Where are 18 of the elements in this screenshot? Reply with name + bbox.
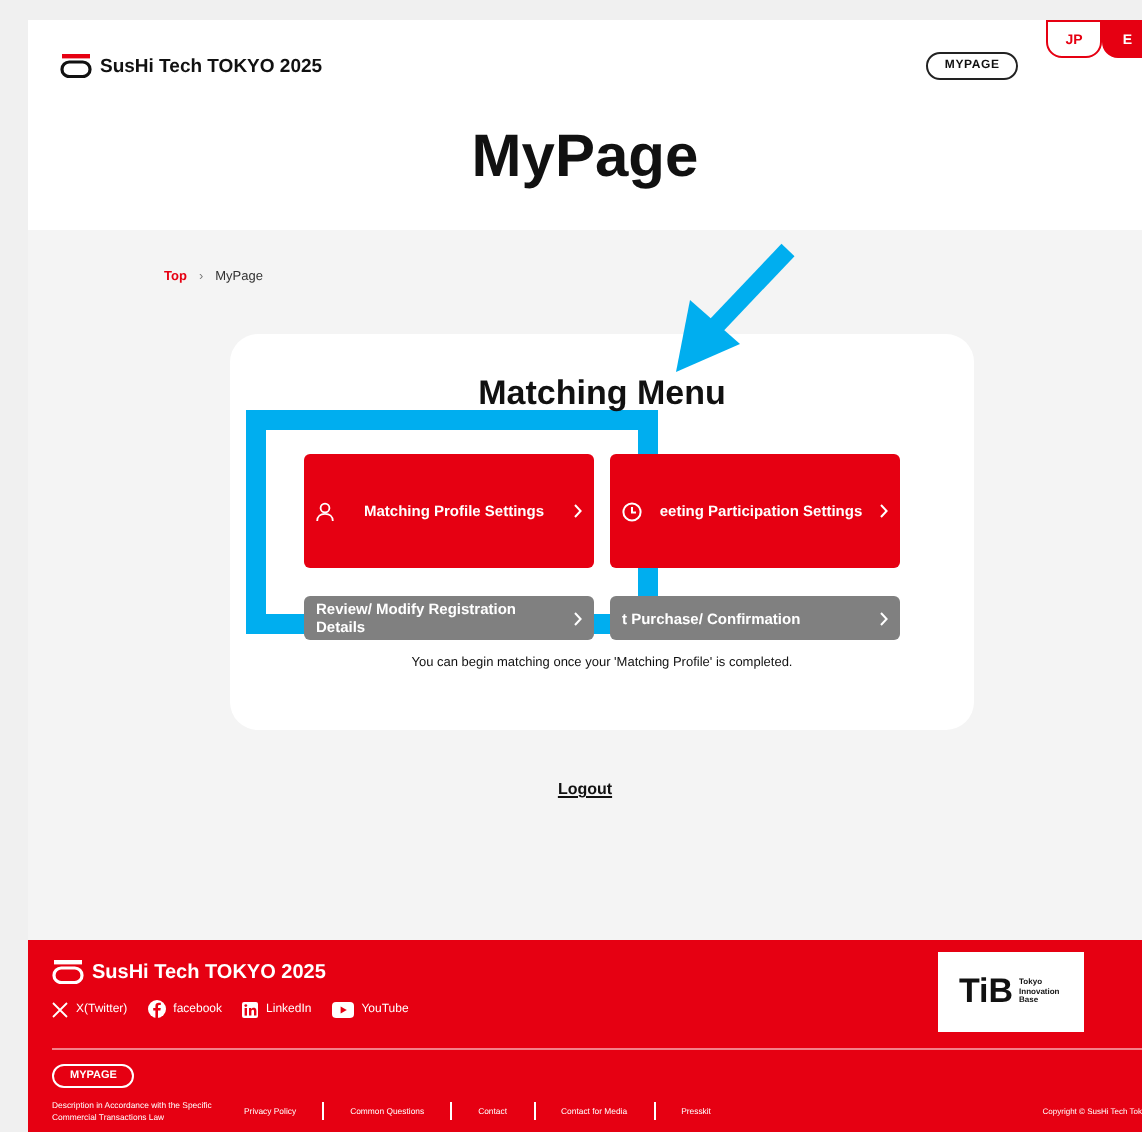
footer-logo-text[interactable]: SusHi Tech TOKYO 2025	[92, 961, 326, 983]
logout-link[interactable]: Logout	[545, 778, 625, 800]
pointer-arrow	[676, 243, 795, 372]
chevron-icon	[574, 504, 582, 518]
clock-icon	[622, 501, 642, 521]
logo-icon	[60, 54, 92, 78]
chevron-icon	[880, 504, 888, 518]
facebook-icon	[147, 1000, 166, 1018]
chevron-icon	[574, 611, 582, 625]
site-logo-text[interactable]: SusHi Tech TOKYO 2025	[100, 55, 323, 77]
person-icon	[316, 501, 334, 521]
logo-icon	[52, 960, 84, 984]
card-title: Matching Menu	[478, 374, 726, 414]
youtube-icon	[331, 1001, 354, 1017]
linkedin-icon	[242, 1001, 259, 1017]
x-logo-icon	[52, 1001, 68, 1017]
page-title: MyPage	[469, 124, 701, 192]
chevron-icon	[880, 611, 888, 625]
